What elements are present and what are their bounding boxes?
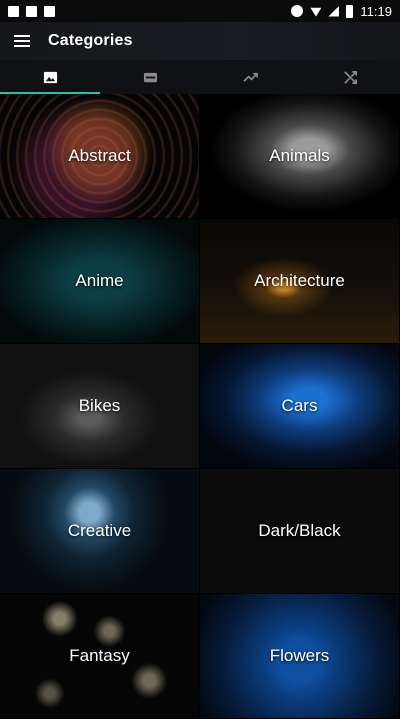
category-label: Architecture — [254, 271, 345, 290]
category-label: Creative — [67, 521, 132, 540]
status-bar: 11:19 — [0, 0, 400, 22]
category-tile-bikes[interactable]: Bikes — [0, 344, 200, 469]
shuffle-icon — [343, 70, 357, 84]
tab-bar — [0, 60, 400, 94]
category-label: Anime — [75, 271, 124, 290]
category-grid: Abstract Animals Anime Architecture Bike… — [0, 94, 400, 719]
signal-icon — [328, 5, 340, 17]
wifi-icon — [310, 7, 322, 17]
category-tile-dark-black[interactable]: Dark/Black — [200, 469, 400, 594]
stop-icon — [26, 5, 37, 17]
category-tile-anime[interactable]: Anime — [0, 219, 200, 344]
tab-shuffle[interactable] — [300, 60, 400, 94]
tab-categories[interactable] — [0, 60, 100, 94]
image-icon — [43, 71, 57, 83]
battery-icon — [346, 4, 354, 18]
status-time: 11:19 — [360, 3, 392, 19]
category-tile-fantasy[interactable]: Fantasy — [0, 594, 200, 719]
category-label: Fantasy — [69, 646, 130, 665]
tab-new[interactable] — [100, 60, 200, 94]
image-icon — [8, 5, 19, 17]
category-tile-architecture[interactable]: Architecture — [200, 219, 400, 344]
category-label: Cars — [281, 396, 318, 415]
a-icon — [44, 5, 55, 17]
tab-trending[interactable] — [200, 60, 300, 94]
status-left-icons — [8, 5, 55, 17]
category-label: Abstract — [68, 146, 131, 165]
category-tile-flowers[interactable]: Flowers — [200, 594, 400, 719]
category-tile-abstract[interactable]: Abstract — [0, 94, 200, 219]
new-badge-icon — [143, 72, 157, 82]
category-label: Flowers — [269, 646, 330, 665]
page-title: Categories — [48, 32, 133, 49]
category-tile-animals[interactable]: Animals — [200, 94, 400, 219]
status-right-icons: 11:19 — [291, 4, 392, 19]
category-label: Animals — [269, 146, 330, 165]
dnd-icon — [291, 5, 304, 17]
category-tile-creative[interactable]: Creative — [0, 469, 200, 594]
trending-icon — [242, 72, 258, 82]
hamburger-menu-icon[interactable] — [14, 35, 30, 47]
category-label: Dark/Black — [258, 521, 341, 540]
category-label: Bikes — [78, 396, 121, 415]
app-bar: Categories — [0, 22, 400, 60]
category-tile-cars[interactable]: Cars — [200, 344, 400, 469]
